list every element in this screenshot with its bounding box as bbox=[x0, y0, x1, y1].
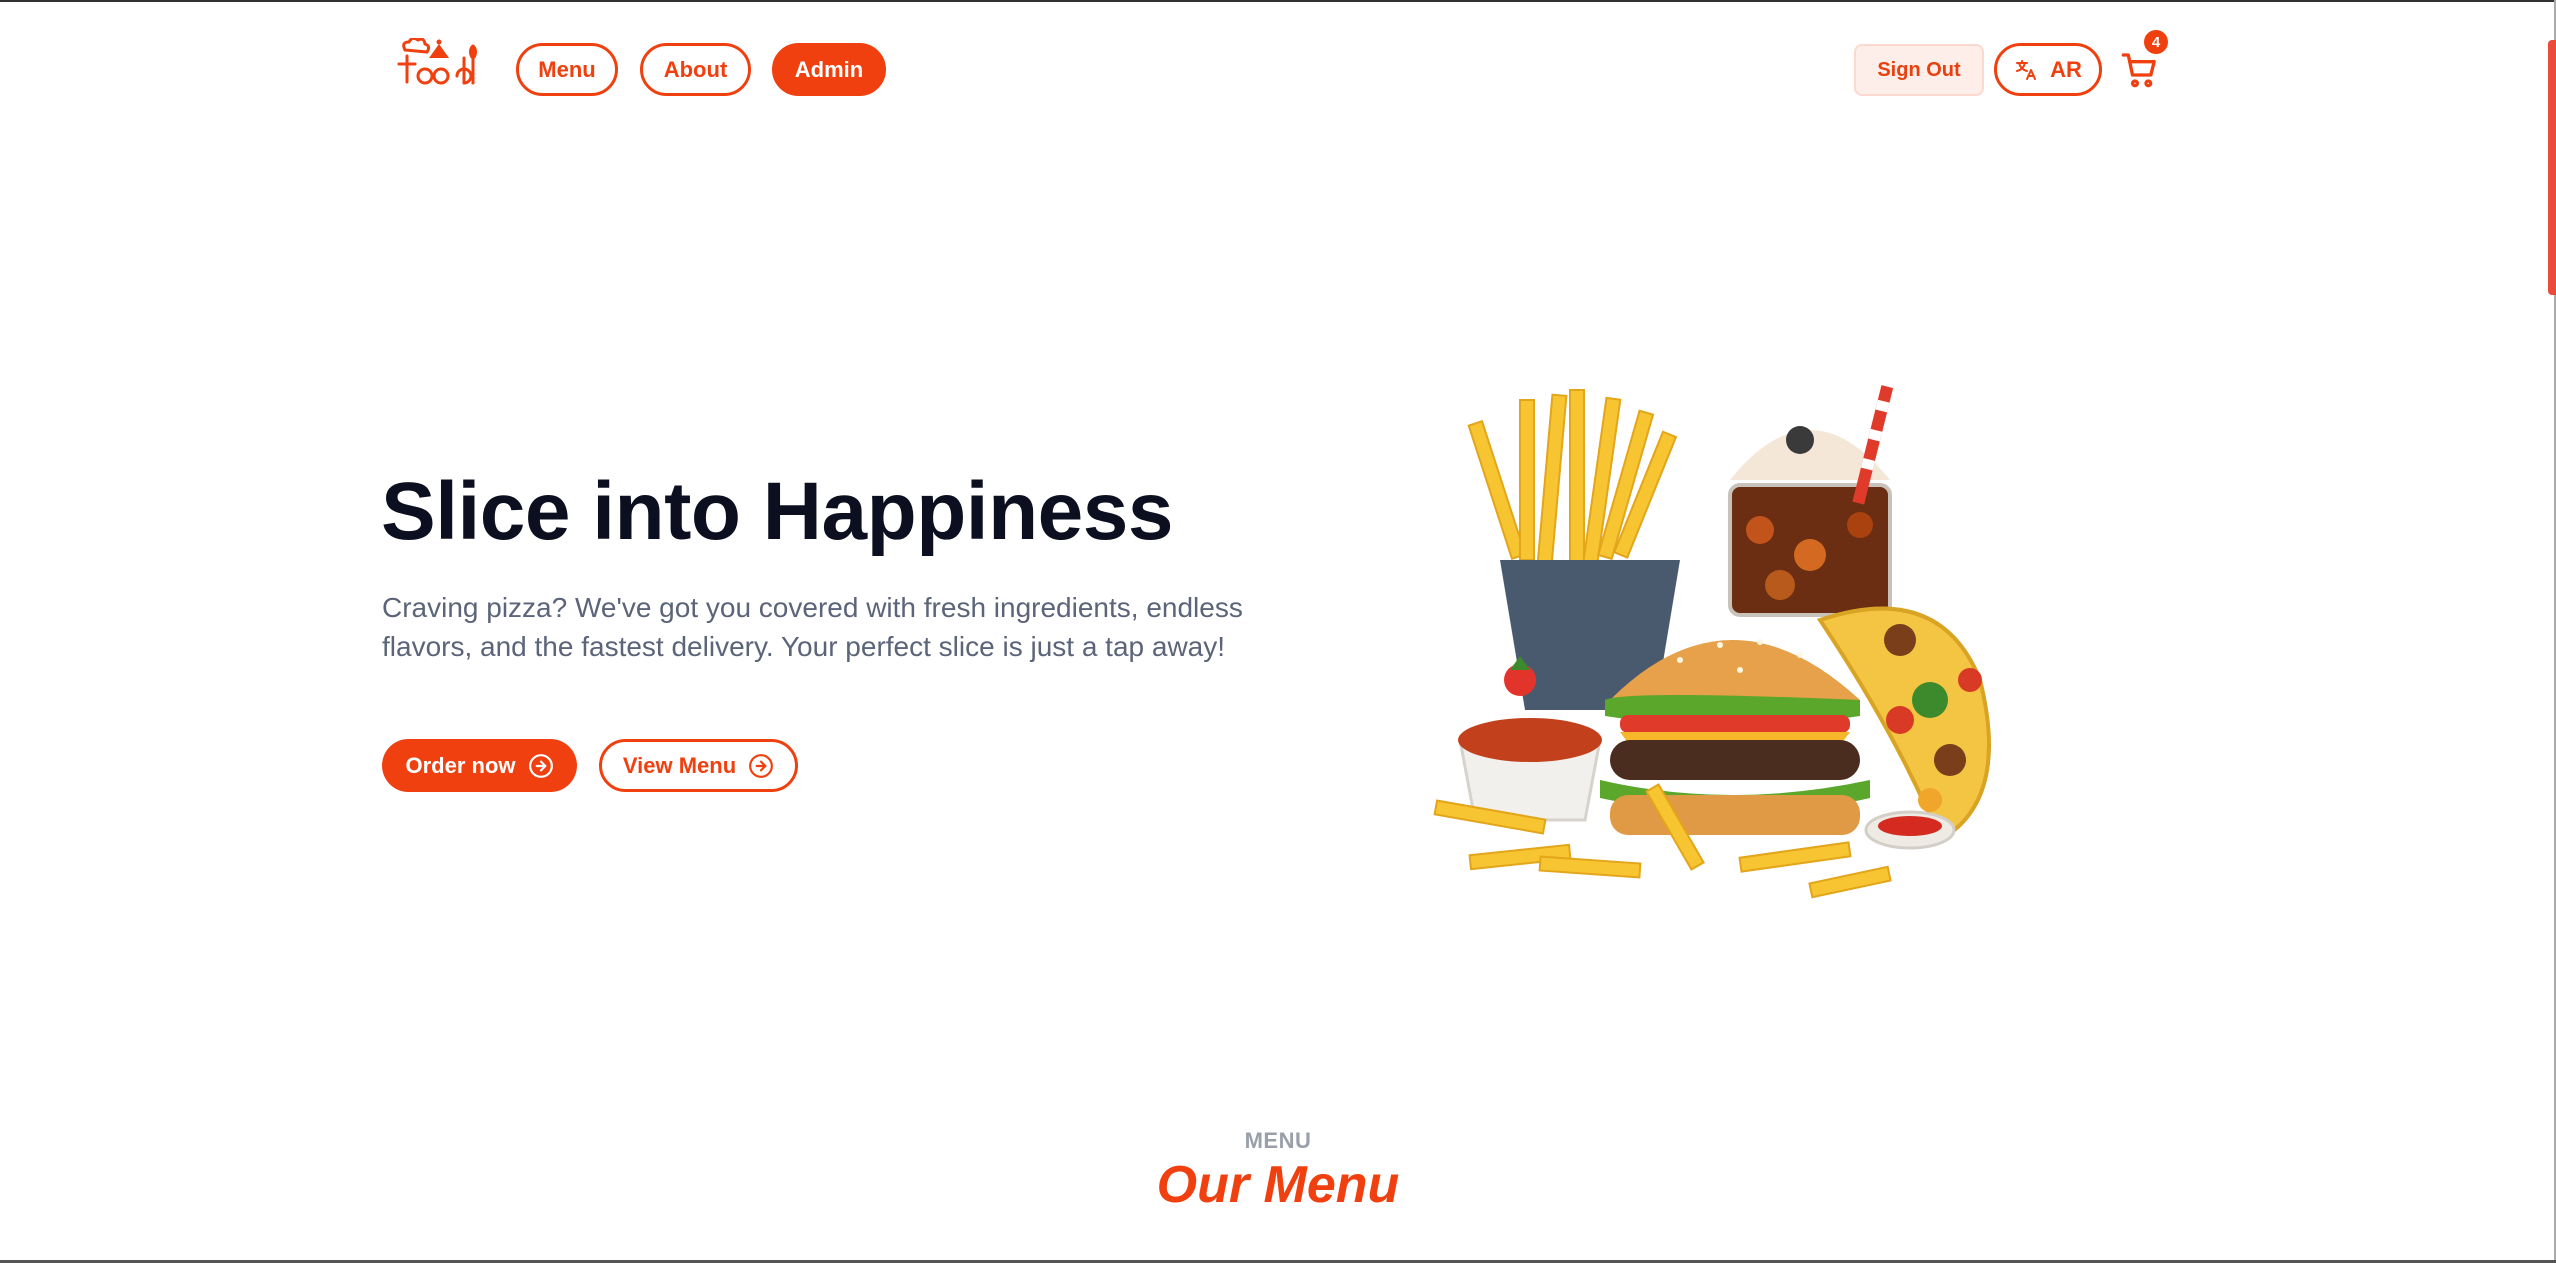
sign-out-button[interactable]: Sign Out bbox=[1854, 44, 1984, 96]
view-menu-button[interactable]: View Menu bbox=[599, 739, 798, 792]
arrow-right-circle-icon bbox=[749, 753, 774, 778]
window-top-border bbox=[0, 0, 2556, 2]
hero-description: Craving pizza? We've got you covered wit… bbox=[382, 592, 1243, 662]
translate-icon bbox=[2016, 59, 2037, 80]
our-menu-title: Our Menu bbox=[1156, 1156, 1400, 1214]
hero-title: Slice into Happiness bbox=[381, 466, 1173, 557]
nav-admin-button[interactable]: Admin bbox=[772, 43, 886, 96]
cart-count-badge: 4 bbox=[2144, 30, 2168, 54]
view-menu-label: View Menu bbox=[622, 752, 737, 778]
scrollbar-thumb[interactable] bbox=[2548, 40, 2556, 295]
language-toggle-button[interactable]: AR bbox=[1994, 43, 2102, 96]
language-label: AR bbox=[2050, 56, 2082, 82]
order-now-button[interactable]: Order now bbox=[382, 739, 577, 792]
arrow-right-circle-icon bbox=[528, 753, 553, 778]
nav-about-button[interactable]: About bbox=[640, 43, 751, 96]
order-now-label: Order now bbox=[405, 752, 516, 778]
cart-icon[interactable] bbox=[2120, 50, 2160, 90]
hero-food-image bbox=[1433, 385, 1991, 899]
food-logo[interactable] bbox=[395, 38, 479, 90]
nav-menu-button[interactable]: Menu bbox=[516, 43, 618, 96]
section-kicker: MENU bbox=[1244, 1128, 1312, 1153]
